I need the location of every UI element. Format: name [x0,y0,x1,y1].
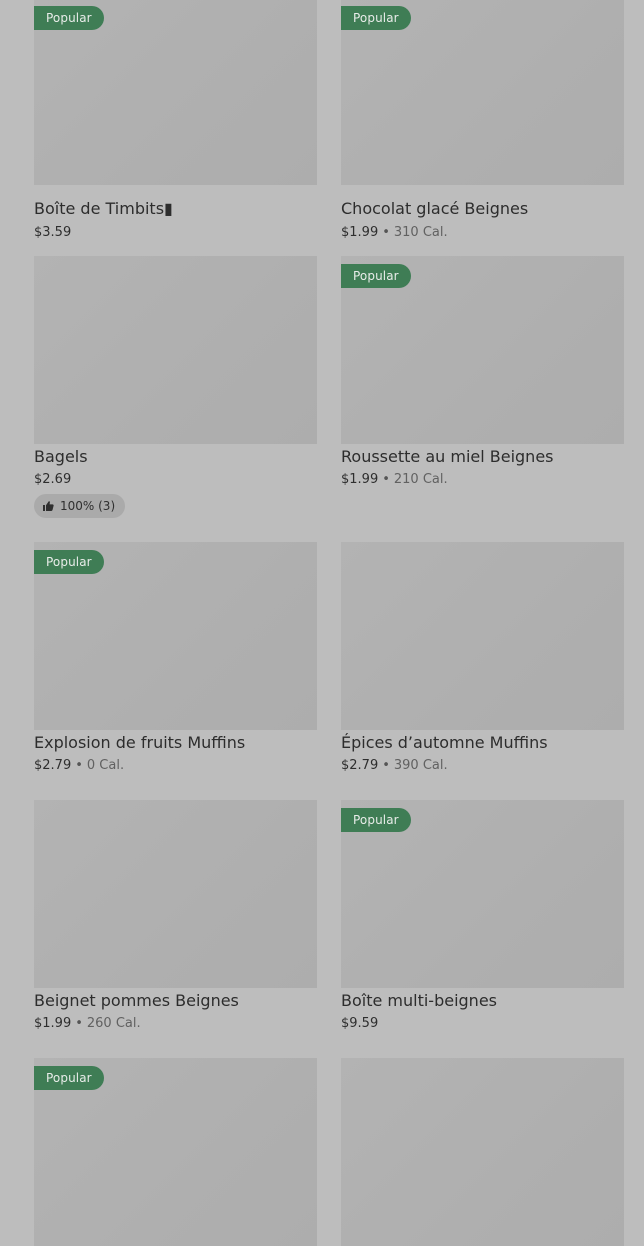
item-price: $9.59 [341,1016,379,1031]
item-price: $2.79 [341,758,379,773]
item-image[interactable] [34,800,317,988]
popular-badge: Popular [34,550,104,574]
item-image[interactable]: Popular [34,1058,317,1246]
item-title: Roussette au miel Beignes [341,447,554,466]
item-calories: 260 Cal. [86,1016,141,1031]
item-image[interactable]: Popular [341,800,624,988]
item-meta: $2.69 [34,471,71,489]
item-image[interactable] [34,256,317,444]
item-image[interactable]: Popular [341,256,624,444]
popular-badge: Popular [341,808,411,832]
popular-badge: Popular [34,1066,104,1090]
item-calories: 390 Cal. [393,758,448,773]
item-price: $1.99 [341,225,379,240]
rating-text: 100% (3) [60,499,116,513]
item-title: Épices d’automne Muffins [341,733,548,752]
rating-badge: 100% (3) [34,494,126,518]
item-price: $2.79 [34,758,72,773]
menu-item-card[interactable]: Popular Roussette au miel Beignes $1.99 •… [341,256,624,487]
menu-item-card[interactable]: Popular Chocolat glacé Beignes $1.99 • 310… [341,0,624,240]
separator-dot: • [382,472,390,487]
item-price: $1.99 [34,1016,72,1031]
menu-item-card[interactable]: Beignet pommes Beignes $1.99 • 260 Cal. [34,800,317,1031]
popular-badge: Popular [341,264,411,288]
item-image[interactable]: Popular [341,0,624,185]
menu-item-card[interactable]: Popular [34,1058,317,1246]
item-calories: 310 Cal. [393,225,448,240]
item-title: Explosion de fruits Muffins [34,733,246,752]
thumbs-up-icon [42,500,54,512]
popular-badge: Popular [341,6,411,30]
item-calories: 0 Cal. [86,758,125,773]
item-meta: $1.99 • 310 Cal. [341,224,448,242]
item-title: Beignet pommes Beignes [34,991,239,1010]
item-price: $2.69 [34,472,72,487]
menu-item-card[interactable]: Popular Boîte multi-beignes $9.59 [341,800,624,1031]
item-price: $3.59 [34,225,72,240]
item-meta: $2.79 • 390 Cal. [341,757,448,775]
separator-dot: • [75,1016,83,1031]
item-image[interactable] [341,542,624,730]
item-title: Chocolat glacé Beignes [341,199,529,218]
item-title: Boîte multi-beignes [341,991,497,1010]
separator-dot: • [382,758,390,773]
item-meta: $3.59 [34,224,71,242]
item-image[interactable]: Popular [34,542,317,730]
item-meta: $2.79 • 0 Cal. [34,757,124,775]
menu-item-card[interactable]: Épices d’automne Muffins $2.79 • 390 Cal. [341,542,624,773]
menu-item-card[interactable]: Bagels $2.69 100% (3) [34,256,317,518]
item-calories: 210 Cal. [393,472,448,487]
item-meta: $1.99 • 260 Cal. [34,1015,141,1033]
popular-badge: Popular [34,6,104,30]
menu-item-card[interactable] [341,1058,624,1246]
menu-item-card[interactable]: Popular Boîte de Timbits▮ $3.59 [34,0,317,240]
item-meta: $1.99 • 210 Cal. [341,471,448,489]
separator-dot: • [382,225,390,240]
item-title: Boîte de Timbits▮ [34,199,173,218]
item-image[interactable] [341,1058,624,1246]
item-image[interactable]: Popular [34,0,317,185]
item-meta: $9.59 [341,1015,378,1033]
separator-dot: • [75,758,83,773]
menu-item-card[interactable]: Popular Explosion de fruits Muffins $2.7… [34,542,317,773]
item-title: Bagels [34,447,88,466]
item-price: $1.99 [341,472,379,487]
